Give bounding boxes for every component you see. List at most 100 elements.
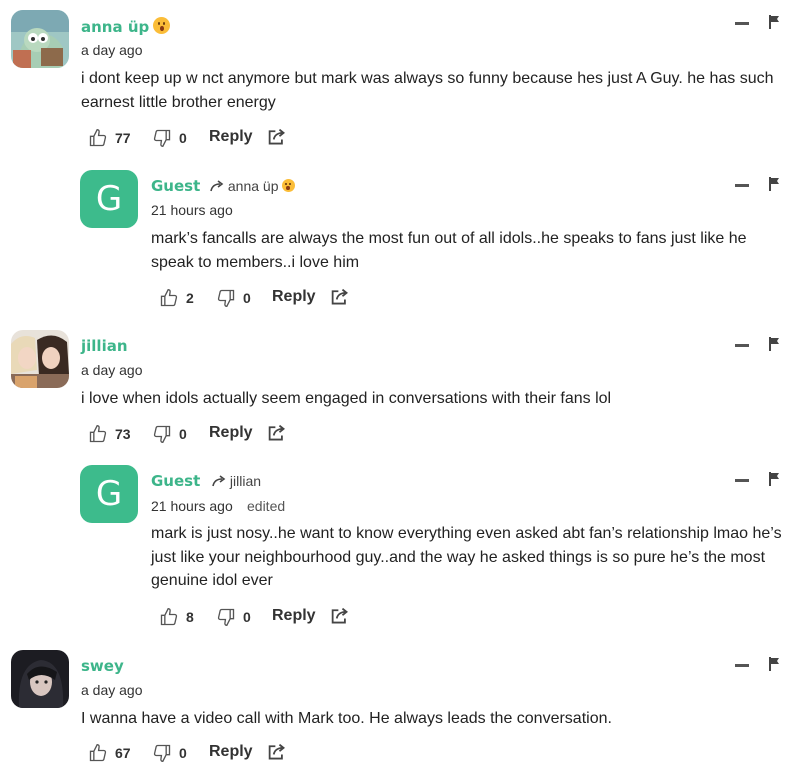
avatar-letter: G bbox=[95, 179, 123, 219]
like-count: 73 bbox=[115, 426, 131, 442]
share-icon bbox=[331, 288, 348, 305]
author-name[interactable]: anna üp bbox=[81, 17, 171, 36]
flag-icon bbox=[769, 472, 779, 486]
author-name[interactable]: Guest bbox=[151, 472, 200, 490]
share-button[interactable] bbox=[330, 607, 350, 628]
dislike-count: 0 bbox=[179, 130, 187, 146]
flag-icon bbox=[769, 177, 779, 191]
flag-icon bbox=[769, 15, 779, 29]
collapse-button[interactable] bbox=[735, 22, 749, 25]
like-button[interactable]: 67 bbox=[88, 741, 131, 765]
dislike-count: 0 bbox=[179, 745, 187, 761]
comment: jillian a day ago i love when idols actu… bbox=[0, 320, 807, 455]
flag-button[interactable] bbox=[768, 472, 780, 491]
avatar-image bbox=[11, 10, 69, 68]
like-count: 2 bbox=[186, 290, 194, 306]
flag-button[interactable] bbox=[768, 657, 780, 676]
share-button[interactable] bbox=[267, 743, 287, 764]
comment-reply: G Guest jillian 21 hours ago edited mark… bbox=[0, 455, 807, 640]
avatar[interactable] bbox=[11, 330, 69, 388]
comment: anna üp a day ago i dont keep up w nct a… bbox=[0, 0, 807, 160]
like-button[interactable]: 77 bbox=[88, 126, 131, 150]
reply-button[interactable]: Reply bbox=[209, 424, 253, 442]
thumbs-up-icon bbox=[160, 607, 178, 626]
reply-to-name: anna üp bbox=[227, 178, 279, 194]
flag-button[interactable] bbox=[768, 177, 780, 196]
collapse-button[interactable] bbox=[735, 184, 749, 187]
collapse-button[interactable] bbox=[735, 479, 749, 482]
flag-icon bbox=[769, 657, 779, 671]
comment-text: i love when idols actually seem engaged … bbox=[81, 390, 612, 407]
astonished-face-emoji-icon bbox=[153, 17, 171, 34]
comment-text: I wanna have a video call with Mark too.… bbox=[81, 710, 612, 727]
avatar[interactable]: G bbox=[80, 170, 138, 228]
like-count: 8 bbox=[186, 609, 194, 625]
author-name[interactable]: Guest bbox=[151, 177, 200, 195]
flag-button[interactable] bbox=[768, 337, 780, 356]
comment-actions: 67 0 Reply bbox=[88, 741, 308, 765]
reply-to-name: jillian bbox=[229, 473, 262, 489]
thumbs-up-icon bbox=[89, 128, 107, 147]
thumbs-down-icon bbox=[153, 744, 171, 763]
dislike-button[interactable]: 0 bbox=[152, 126, 187, 150]
dislike-count: 0 bbox=[243, 290, 251, 306]
like-count: 77 bbox=[115, 130, 131, 146]
comment-actions: 2 0 Reply bbox=[159, 286, 379, 310]
comment-reply: G Guest anna üp 21 hours ago mark’s fanc… bbox=[0, 160, 807, 320]
comment: swey a day ago I wanna have a video call… bbox=[0, 640, 807, 773]
reply-to[interactable]: jillian bbox=[212, 473, 261, 489]
like-count: 67 bbox=[115, 745, 131, 761]
reply-arrow-icon bbox=[212, 475, 226, 487]
share-button[interactable] bbox=[267, 424, 287, 445]
author-name[interactable]: jillian bbox=[81, 337, 128, 355]
dislike-count: 0 bbox=[243, 609, 251, 625]
avatar-image bbox=[11, 650, 69, 708]
reply-button[interactable]: Reply bbox=[209, 743, 253, 761]
reply-arrow-icon bbox=[210, 180, 224, 192]
reply-button[interactable]: Reply bbox=[272, 288, 316, 306]
thumbs-up-icon bbox=[89, 743, 107, 762]
avatar[interactable] bbox=[11, 10, 69, 68]
share-icon bbox=[268, 128, 285, 145]
timestamp[interactable]: 21 hours ago bbox=[151, 498, 233, 514]
timestamp[interactable]: 21 hours ago bbox=[151, 202, 233, 218]
dislike-button[interactable]: 0 bbox=[152, 741, 187, 765]
reply-to[interactable]: anna üp bbox=[210, 178, 295, 194]
comment-text: mark’s fancalls are always the most fun … bbox=[151, 230, 747, 271]
like-button[interactable]: 8 bbox=[159, 605, 194, 629]
comment-actions: 77 0 Reply bbox=[88, 126, 308, 150]
flag-button[interactable] bbox=[768, 15, 780, 34]
comment-actions: 73 0 Reply bbox=[88, 422, 308, 446]
collapse-button[interactable] bbox=[735, 664, 749, 667]
edited-label: edited bbox=[247, 498, 286, 514]
dislike-button[interactable]: 0 bbox=[216, 605, 251, 629]
share-button[interactable] bbox=[267, 128, 287, 149]
thumbs-up-icon bbox=[89, 424, 107, 443]
comment-text: i dont keep up w nct anymore but mark wa… bbox=[81, 70, 774, 111]
author-name[interactable]: swey bbox=[81, 657, 124, 675]
dislike-count: 0 bbox=[179, 426, 187, 442]
collapse-button[interactable] bbox=[735, 344, 749, 347]
reply-button[interactable]: Reply bbox=[209, 128, 253, 146]
avatar[interactable] bbox=[11, 650, 69, 708]
author-name-text: anna üp bbox=[81, 18, 150, 36]
thumbs-down-icon bbox=[217, 608, 235, 627]
share-icon bbox=[268, 743, 285, 760]
timestamp[interactable]: a day ago bbox=[81, 42, 143, 58]
reply-button[interactable]: Reply bbox=[272, 607, 316, 625]
timestamp[interactable]: a day ago bbox=[81, 682, 143, 698]
share-button[interactable] bbox=[330, 288, 350, 309]
share-icon bbox=[331, 607, 348, 624]
like-button[interactable]: 2 bbox=[159, 286, 194, 310]
thumbs-up-icon bbox=[160, 288, 178, 307]
avatar[interactable]: G bbox=[80, 465, 138, 523]
avatar-image bbox=[11, 330, 69, 388]
dislike-button[interactable]: 0 bbox=[216, 286, 251, 310]
share-icon bbox=[268, 424, 285, 441]
timestamp[interactable]: a day ago bbox=[81, 362, 143, 378]
astonished-face-emoji-icon bbox=[281, 179, 295, 192]
dislike-button[interactable]: 0 bbox=[152, 422, 187, 446]
comment-text: mark is just nosy..he want to know every… bbox=[151, 525, 782, 589]
like-button[interactable]: 73 bbox=[88, 422, 131, 446]
thumbs-down-icon bbox=[153, 129, 171, 148]
